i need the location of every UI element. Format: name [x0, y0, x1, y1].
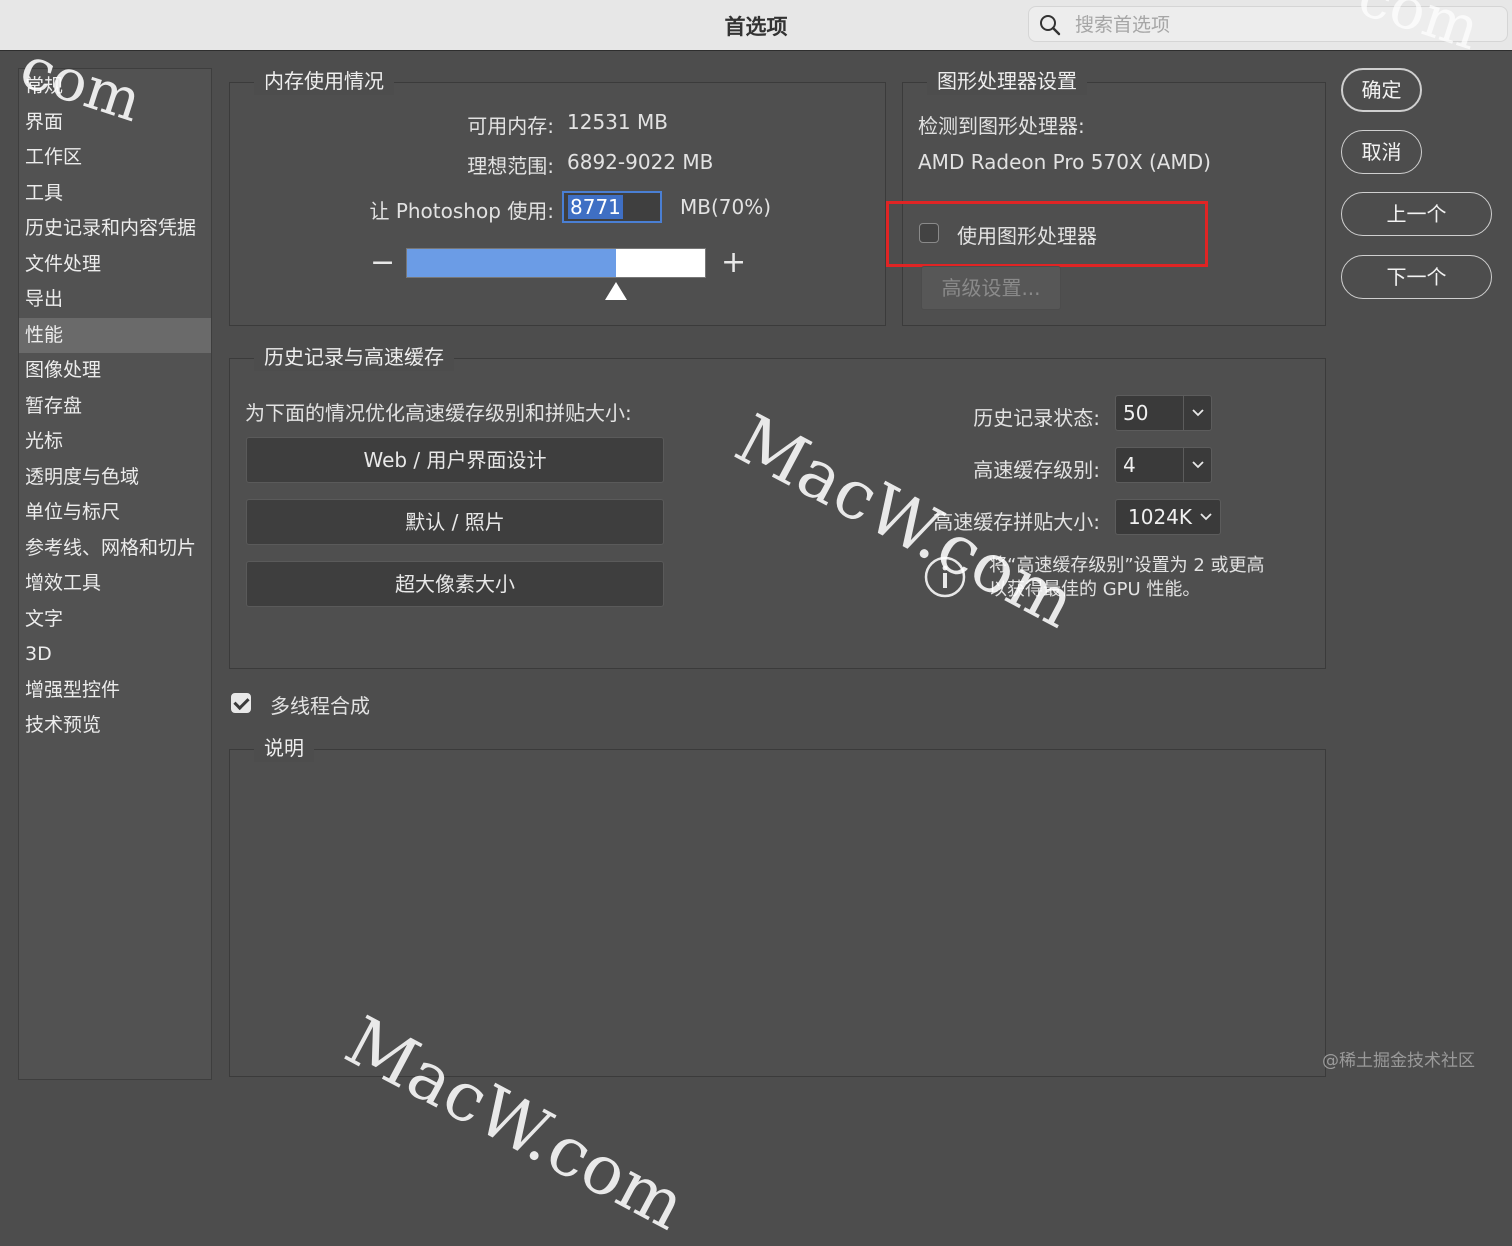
info-icon — [924, 556, 966, 598]
cancel-button[interactable]: 取消 — [1341, 130, 1422, 174]
optimize-label: 为下面的情况优化高速缓存级别和拼贴大小: — [245, 401, 632, 425]
sidebar-item-guides[interactable]: 参考线、网格和切片 — [19, 531, 211, 567]
description-group: 说明 — [229, 734, 1326, 1077]
memory-use-input[interactable]: 8771 — [562, 191, 662, 223]
detected-gpu-value: AMD Radeon Pro 570X (AMD) — [918, 150, 1211, 174]
credit-text: @稀土掘金技术社区 — [1322, 1051, 1475, 1071]
description-title: 说明 — [254, 734, 314, 762]
history-states-label: 历史记录状态: — [973, 406, 1100, 430]
sidebar-item-tech-previews[interactable]: 技术预览 — [19, 708, 211, 744]
chevron-down-icon — [1192, 500, 1220, 534]
memory-use-value: 8771 — [568, 195, 623, 219]
memory-usage-group: 内存使用情况 — [229, 67, 886, 326]
search-box[interactable] — [1028, 6, 1508, 42]
sidebar-item-export[interactable]: 导出 — [19, 282, 211, 318]
available-memory-value: 12531 MB — [567, 110, 668, 134]
cache-tile-size-label: 高速缓存拼贴大小: — [933, 510, 1100, 534]
gpu-tip-line1: 将“高速缓存级别”设置为 2 或更高 — [989, 555, 1265, 576]
photoshop-use-label: 让 Photoshop 使用: — [369, 199, 554, 223]
history-cache-title: 历史记录与高速缓存 — [254, 343, 454, 371]
preset-default-photo-button[interactable]: 默认 / 照片 — [246, 499, 664, 545]
chevron-down-icon — [1183, 396, 1211, 430]
sidebar-item-tools[interactable]: 工具 — [19, 176, 211, 212]
cache-tile-size-select[interactable]: 1024K — [1115, 499, 1221, 535]
detected-gpu-label: 检测到图形处理器: — [918, 114, 1085, 138]
cache-levels-select[interactable]: 4 — [1115, 447, 1212, 483]
sidebar-item-interface[interactable]: 界面 — [19, 105, 211, 141]
gpu-tip-line2: 以获得最佳的 GPU 性能。 — [989, 579, 1201, 600]
memory-slider[interactable] — [406, 248, 706, 278]
memory-slider-handle[interactable] — [605, 282, 627, 300]
sidebar-item-type[interactable]: 文字 — [19, 602, 211, 638]
multithread-label[interactable]: 多线程合成 — [270, 690, 370, 719]
history-states-select[interactable]: 50 — [1115, 395, 1212, 431]
next-button[interactable]: 下一个 — [1341, 255, 1492, 299]
title-bar: 首选项 — [0, 0, 1512, 51]
sidebar-item-transparency[interactable]: 透明度与色域 — [19, 460, 211, 496]
memory-decrease-button[interactable]: − — [370, 248, 395, 278]
sidebar-item-cursors[interactable]: 光标 — [19, 424, 211, 460]
sidebar-item-workspace[interactable]: 工作区 — [19, 140, 211, 176]
prev-button[interactable]: 上一个 — [1341, 192, 1492, 236]
sidebar-item-units[interactable]: 单位与标尺 — [19, 495, 211, 531]
advanced-settings-button[interactable]: 高级设置... — [921, 266, 1061, 310]
sidebar-item-scratch-disks[interactable]: 暂存盘 — [19, 389, 211, 425]
search-icon — [1040, 15, 1061, 36]
chevron-down-icon — [1183, 448, 1211, 482]
history-states-value: 50 — [1123, 401, 1149, 425]
memory-use-unit: MB(70%) — [680, 195, 772, 219]
sidebar-item-history[interactable]: 历史记录和内容凭据 — [19, 211, 211, 247]
sidebar-item-file-handling[interactable]: 文件处理 — [19, 247, 211, 283]
ideal-range-label: 理想范围: — [467, 154, 554, 178]
memory-usage-title: 内存使用情况 — [254, 67, 394, 95]
sidebar: 常规 界面 工作区 工具 历史记录和内容凭据 文件处理 导出 性能 图像处理 暂… — [18, 68, 212, 1080]
highlight-box — [886, 201, 1208, 267]
search-input[interactable] — [1073, 11, 1497, 39]
sidebar-item-plugins[interactable]: 增效工具 — [19, 566, 211, 602]
memory-slider-fill — [407, 249, 616, 277]
memory-increase-button[interactable]: + — [721, 248, 746, 278]
ok-button[interactable]: 确定 — [1341, 68, 1422, 112]
sidebar-item-performance[interactable]: 性能 — [19, 317, 211, 353]
sidebar-item-3d[interactable]: 3D — [19, 637, 211, 673]
sidebar-item-enhanced-controls[interactable]: 增强型控件 — [19, 673, 211, 709]
cache-tile-size-value: 1024K — [1128, 505, 1193, 529]
available-memory-label: 可用内存: — [467, 114, 554, 138]
preset-huge-pixel-button[interactable]: 超大像素大小 — [246, 561, 664, 607]
cache-levels-value: 4 — [1123, 453, 1136, 477]
gpu-settings-title: 图形处理器设置 — [927, 67, 1087, 95]
preset-web-ui-button[interactable]: Web / 用户界面设计 — [246, 437, 664, 483]
sidebar-item-general[interactable]: 常规 — [19, 69, 211, 105]
ideal-range-value: 6892-9022 MB — [567, 150, 714, 174]
multithread-checkbox[interactable] — [231, 693, 251, 713]
cache-levels-label: 高速缓存级别: — [973, 458, 1100, 482]
sidebar-item-image-processing[interactable]: 图像处理 — [19, 353, 211, 389]
